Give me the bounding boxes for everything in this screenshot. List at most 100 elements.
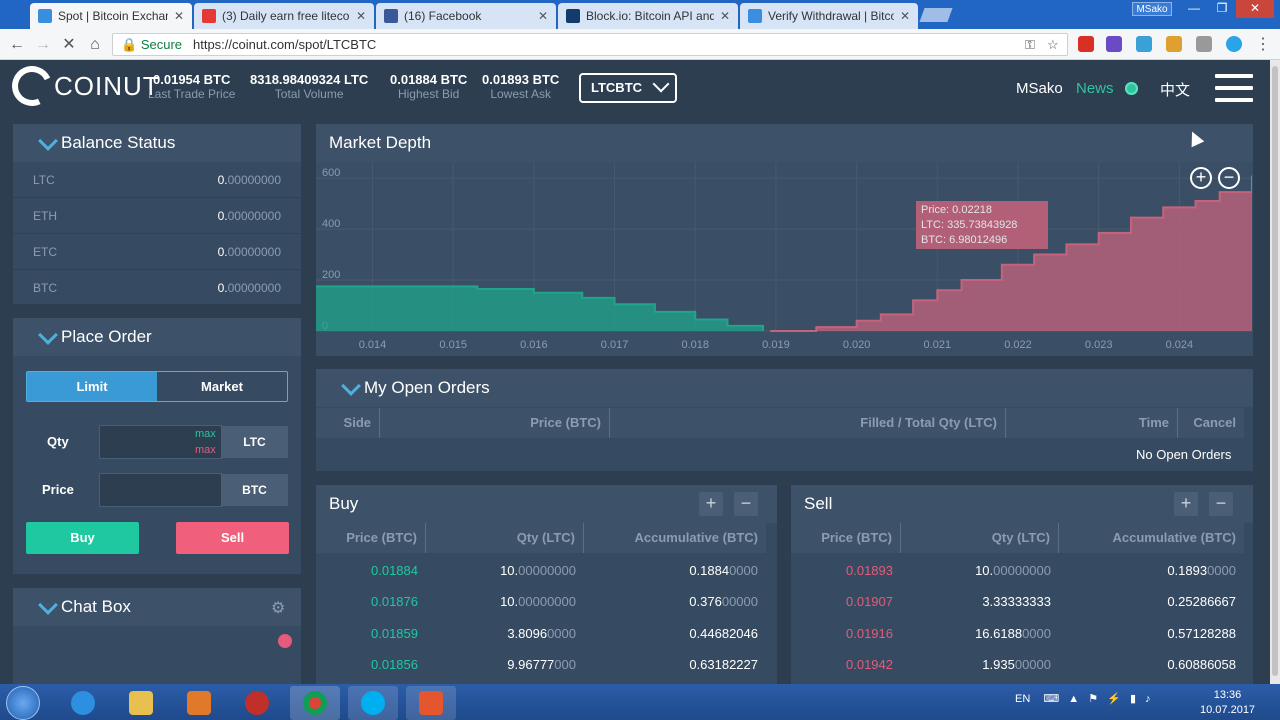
keyboard-icon[interactable]: ⌨ <box>1043 693 1059 705</box>
sell-row[interactable]: 0.01907 3.33333333 0.25286667 <box>791 586 1244 617</box>
qty-max-sell-link[interactable]: max <box>195 444 216 456</box>
buy-button[interactable]: Buy <box>26 522 139 554</box>
col-qty[interactable]: Qty (LTC) <box>901 523 1059 553</box>
skype-icon[interactable] <box>348 686 398 720</box>
star-icon[interactable]: ☆ <box>1047 34 1059 55</box>
minimize-icon[interactable]: — <box>1180 0 1208 18</box>
language-link[interactable]: 中文 <box>1160 79 1190 100</box>
col-side[interactable]: Side <box>316 408 380 438</box>
windows-start-icon[interactable] <box>6 686 40 720</box>
stat-label: Lowest Ask <box>490 87 552 101</box>
new-tab-button[interactable] <box>919 8 953 22</box>
col-filled[interactable]: Filled / Total Qty (LTC) <box>610 408 1006 438</box>
close-tab-icon[interactable]: ✕ <box>174 9 184 23</box>
url-text: https://coinut.com/spot/LTCBTC <box>193 37 377 52</box>
scrollbar-thumb[interactable] <box>1272 66 1278 676</box>
close-tab-icon[interactable]: ✕ <box>720 9 730 23</box>
tab-market[interactable]: Market <box>157 372 287 401</box>
sell-row[interactable]: 0.01916 16.61880000 0.57128288 <box>791 618 1244 649</box>
back-icon[interactable]: ← <box>6 34 28 56</box>
buy-row[interactable]: 0.01884 10.00000000 0.18840000 <box>316 555 766 586</box>
sell-row[interactable]: 0.01942 1.93500000 0.60886058 <box>791 649 1244 680</box>
browser-tab-facebook[interactable]: (16) Facebook ✕ <box>376 3 556 29</box>
close-window-icon[interactable]: ✕ <box>1236 0 1274 18</box>
close-tab-icon[interactable]: ✕ <box>356 9 366 23</box>
extension-icon[interactable] <box>1226 36 1242 52</box>
col-accumulative[interactable]: Accumulative (BTC) <box>1059 523 1244 553</box>
news-link[interactable]: News <box>1076 80 1114 97</box>
browser-tab-coinut[interactable]: Spot | Bitcoin Exchange ✕ <box>30 3 192 29</box>
tooltip-btc: BTC: 6.98012496 <box>921 234 1008 246</box>
media-player-icon[interactable] <box>174 686 224 720</box>
gear-icon[interactable]: ⚙ <box>271 598 289 617</box>
tab-limit[interactable]: Limit <box>27 372 157 401</box>
browser-tab-youtube[interactable]: (3) Daily earn free liteco ✕ <box>194 3 374 29</box>
stat-label: Last Trade Price <box>148 87 236 101</box>
extension-icon[interactable] <box>1136 36 1152 52</box>
taskbar-clock[interactable]: 13:36 10.07.2017 <box>1200 688 1255 718</box>
coinut-logo[interactable]: COINUT <box>6 60 160 112</box>
sell-button[interactable]: Sell <box>176 522 289 554</box>
open-orders-header[interactable]: My Open Orders <box>316 369 1253 407</box>
internet-explorer-icon[interactable] <box>58 686 108 720</box>
extension-icon[interactable] <box>1196 36 1212 52</box>
col-price[interactable]: Price (BTC) <box>316 523 426 553</box>
chevron-up-icon[interactable]: ▲ <box>1068 693 1079 705</box>
browser-tab-verify[interactable]: Verify Withdrawal | Bitco ✕ <box>740 3 918 29</box>
chrome-icon[interactable] <box>290 686 340 720</box>
acc-value: 0.1893 <box>1167 563 1208 578</box>
app-icon[interactable] <box>232 686 282 720</box>
chat-panel: Chat Box <box>13 588 301 684</box>
col-time[interactable]: Time <box>1006 408 1178 438</box>
camtasia-icon[interactable] <box>406 686 456 720</box>
col-qty[interactable]: Qty (LTC) <box>426 523 584 553</box>
maximize-icon[interactable]: ❐ <box>1208 0 1236 18</box>
home-icon[interactable]: ⌂ <box>84 34 106 56</box>
qty-max-buy-link[interactable]: max <box>195 428 216 440</box>
browser-tab-blockio[interactable]: Block.io: Bitcoin API and ✕ <box>558 3 738 29</box>
zoom-in-icon[interactable]: + <box>1190 167 1212 189</box>
power-icon[interactable]: ⚡ <box>1107 693 1121 705</box>
expand-plus-icon[interactable]: + <box>1174 492 1198 516</box>
key-icon[interactable]: ⚿ <box>1025 34 1035 55</box>
extension-icon[interactable] <box>1106 36 1122 52</box>
collapse-minus-icon[interactable]: − <box>1209 492 1233 516</box>
qty-value-dim: 00000000 <box>518 594 576 609</box>
place-order-header[interactable]: Place Order <box>13 318 301 356</box>
col-price[interactable]: Price (BTC) <box>380 408 610 438</box>
acc-value: 0.1884 <box>689 563 730 578</box>
buy-row[interactable]: 0.01856 9.96777000 0.63182227 <box>316 649 766 680</box>
col-accumulative[interactable]: Accumulative (BTC) <box>584 523 766 553</box>
flag-icon[interactable]: ⚑ <box>1088 693 1098 705</box>
sell-row[interactable]: 0.01893 10.00000000 0.18930000 <box>791 555 1244 586</box>
user-name-link[interactable]: MSako <box>1016 80 1063 97</box>
browser-menu-icon[interactable]: ⋮ <box>1252 34 1274 56</box>
forward-icon[interactable]: → <box>32 34 54 56</box>
sell-price: 0.01907 <box>846 594 893 609</box>
browser-profile-chip[interactable]: MSako <box>1132 2 1172 16</box>
hamburger-menu-icon[interactable] <box>1215 74 1253 102</box>
pair-selector[interactable]: LTCBTC <box>579 73 677 103</box>
close-tab-icon[interactable]: ✕ <box>538 9 548 23</box>
col-price[interactable]: Price (BTC) <box>791 523 901 553</box>
chat-header[interactable]: Chat Box <box>13 588 301 626</box>
market-depth-chart[interactable]: 0.014 0.015 0.016 0.017 0.018 0.019 0.020 0.021… <box>316 163 1252 356</box>
buy-row[interactable]: 0.01859 3.80960000 0.44682046 <box>316 618 766 649</box>
volume-icon[interactable]: ♪ <box>1145 693 1151 705</box>
zoom-out-icon[interactable]: − <box>1218 167 1240 189</box>
sell-table-header: Price (BTC) Qty (LTC) Accumulative (BTC) <box>791 523 1244 553</box>
buy-row[interactable]: 0.01876 10.00000000 0.37600000 <box>316 586 766 617</box>
input-language[interactable]: EN <box>1015 693 1030 705</box>
stat-label: Highest Bid <box>397 87 460 101</box>
gmail-extension-icon[interactable] <box>1078 36 1094 52</box>
file-explorer-icon[interactable] <box>116 686 166 720</box>
price-input[interactable] <box>99 473 223 507</box>
balance-header[interactable]: Balance Status <box>13 124 301 162</box>
url-bar[interactable]: 🔒 Secure https://coinut.com/spot/LTCBTC … <box>112 33 1068 56</box>
expand-plus-icon[interactable]: + <box>699 492 723 516</box>
collapse-minus-icon[interactable]: − <box>734 492 758 516</box>
stop-loading-icon[interactable]: ✕ <box>58 34 80 56</box>
close-tab-icon[interactable]: ✕ <box>900 9 910 23</box>
network-icon[interactable]: ▮ <box>1130 693 1136 705</box>
extension-icon[interactable] <box>1166 36 1182 52</box>
